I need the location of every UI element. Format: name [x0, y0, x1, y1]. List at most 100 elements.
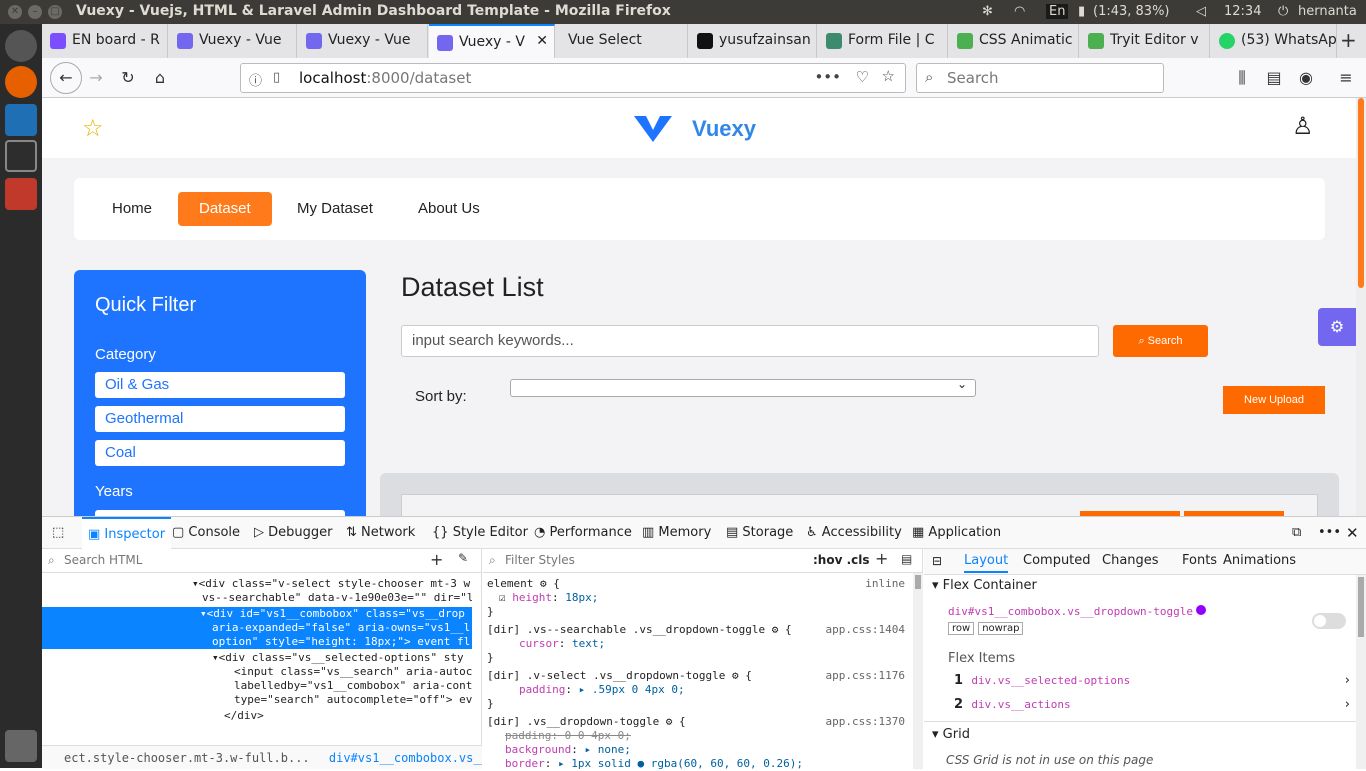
category-coal[interactable]: Coal — [95, 440, 345, 466]
breadcrumb-item-current[interactable]: div#vs1__combobox.vs__dropdown-toggle — [329, 751, 482, 765]
sort-select[interactable]: ⌄ — [510, 377, 976, 397]
rule-declaration[interactable]: ☑ height: 18px; — [487, 591, 917, 605]
tab-animations[interactable]: Animations — [1223, 549, 1296, 573]
add-rule-icon[interactable]: + — [875, 549, 888, 568]
eyedropper-icon[interactable]: ✎ — [458, 551, 468, 565]
html-line-selected[interactable]: ▾<div id="vs1__combobox" class="vs__drop — [42, 607, 472, 621]
rule-declaration-overridden[interactable]: padding: 0 0 4px 0; — [487, 729, 917, 743]
vscode-icon[interactable] — [5, 104, 37, 136]
rule-source[interactable]: inline — [865, 577, 905, 591]
grid-header[interactable]: ▾ Grid — [932, 727, 970, 742]
element-picker-icon[interactable]: ⬚ — [52, 517, 64, 549]
bookmark-star-icon[interactable]: ☆ — [882, 67, 895, 85]
sidebar-icon[interactable]: ▤ — [1262, 66, 1286, 90]
html-line[interactable]: labelledby="vs1__combobox" aria-cont — [42, 679, 472, 693]
page-actions-icon[interactable]: ••• — [814, 68, 841, 86]
html-line[interactable]: vs--searchable" data-v-1e90e03e="" dir="… — [42, 591, 472, 605]
layout-scrollbar[interactable] — [1356, 575, 1366, 769]
devtools-menu-icon[interactable]: ••• — [1318, 517, 1341, 549]
rule-source[interactable]: app.css:1404 — [826, 623, 905, 637]
html-line[interactable]: ▾<div class="vs__selected-options" sty — [42, 651, 472, 665]
tab-whatsapp[interactable]: (53) WhatsAp — [1211, 24, 1337, 58]
account-icon[interactable]: ◉ — [1294, 66, 1318, 90]
tab-css-animation[interactable]: CSS Animatic — [949, 24, 1079, 58]
flex-item[interactable]: 2 div.vs__actions › — [954, 697, 1350, 712]
pseudo-class-toggles[interactable]: :hov .cls — [813, 553, 870, 567]
battery-icon[interactable]: ▮ — [1078, 4, 1085, 19]
filter-styles-input[interactable]: ⌕ Filter Styles :hov .cls + ▤ — [483, 549, 923, 573]
page-scrollbar[interactable] — [1356, 98, 1366, 516]
category-oil-gas[interactable]: Oil & Gas — [95, 372, 345, 398]
print-media-icon[interactable]: ▤ — [901, 552, 912, 566]
firefox-icon[interactable] — [5, 66, 37, 98]
close-window-icon[interactable]: ✕ — [8, 5, 22, 19]
dataset-search-input[interactable]: input search keywords... — [401, 325, 1099, 357]
flex-element[interactable]: div#vs1__combobox.vs__dropdown-toggle — [948, 605, 1193, 618]
tab-vuexy-active[interactable]: Vuexy - V ✕ — [429, 24, 555, 58]
new-upload-button[interactable]: New Upload — [1223, 386, 1325, 414]
back-icon[interactable]: ← — [50, 62, 82, 94]
settings-tray-icon[interactable]: ✻ — [982, 4, 993, 19]
rule-declaration[interactable]: cursor: text; — [487, 637, 917, 651]
menu-about-us[interactable]: About Us — [397, 192, 501, 226]
vuexy-logo-icon[interactable] — [634, 114, 672, 142]
trash-icon[interactable] — [5, 730, 37, 762]
volume-icon[interactable]: ◁ — [1196, 4, 1206, 19]
minimize-window-icon[interactable]: – — [28, 5, 42, 19]
rule-source[interactable]: app.css:1370 — [826, 715, 905, 729]
reload-icon[interactable]: ↻ — [116, 66, 140, 90]
browser-search-input[interactable]: ⌕ Search — [916, 63, 1164, 93]
toggle-sidebar-icon[interactable]: ⊟ — [932, 549, 942, 573]
pocket-icon[interactable]: ♡ — [856, 68, 869, 86]
tab-layout[interactable]: Layout — [964, 549, 1009, 573]
rule-source[interactable]: app.css:1176 — [826, 669, 905, 683]
html-line[interactable]: type="search" autocomplete="off"> ev — [42, 693, 472, 707]
html-line[interactable]: </div> — [42, 709, 472, 723]
rule-declaration[interactable]: background: ▸ none; — [487, 743, 917, 757]
close-tab-icon[interactable]: ✕ — [536, 33, 548, 49]
tab-en-board[interactable]: EN board - R — [42, 24, 168, 58]
tab-vuexy-1[interactable]: Vuexy - Vue — [169, 24, 297, 58]
search-html-input[interactable]: ⌕ Search HTML + ✎ — [42, 549, 482, 573]
menu-dataset[interactable]: Dataset — [178, 192, 272, 226]
power-icon[interactable]: ⏻ — [1278, 4, 1288, 19]
tab-form-file[interactable]: Form File | C — [818, 24, 948, 58]
tab-debugger[interactable]: ▷ Debugger — [254, 517, 333, 549]
tab-network[interactable]: ⇅ Network — [346, 517, 415, 549]
dock-icon[interactable]: ⧉ — [1292, 517, 1301, 549]
forward-icon[interactable]: → — [84, 66, 108, 90]
menu-my-dataset[interactable]: My Dataset — [276, 192, 394, 226]
tab-vuexy-2[interactable]: Vuexy - Vue — [298, 24, 428, 58]
search-button[interactable]: ⌕ Search — [1113, 325, 1208, 357]
breadcrumb-item[interactable]: ect.style-chooser.mt-3.w-full.b... — [64, 751, 310, 765]
add-node-icon[interactable]: + — [430, 550, 443, 569]
tab-tryit-editor[interactable]: Tryit Editor v — [1080, 24, 1210, 58]
html-line-selected[interactable]: aria-expanded="false" aria-owns="vs1__l — [42, 621, 472, 635]
clock[interactable]: 12:34 — [1224, 4, 1261, 19]
battery-status[interactable]: (1:43, 83%) — [1093, 4, 1170, 19]
tab-console[interactable]: ▢ Console — [172, 517, 240, 549]
flex-overlay-toggle[interactable] — [1312, 613, 1346, 629]
tab-style-editor[interactable]: {} Style Editor — [432, 517, 528, 549]
scrollbar-thumb[interactable] — [915, 575, 921, 589]
tab-storage[interactable]: ▤ Storage — [726, 517, 793, 549]
star-icon[interactable]: ☆ — [82, 114, 104, 142]
scrollbar-thumb[interactable] — [1358, 577, 1364, 637]
keyboard-language[interactable]: En — [1046, 4, 1069, 19]
new-tab-icon[interactable]: + — [1340, 28, 1357, 52]
flex-color-swatch[interactable] — [1196, 605, 1206, 615]
tab-accessibility[interactable]: ♿ Accessibility — [806, 517, 902, 549]
tab-application[interactable]: ▦ Application — [912, 517, 1001, 549]
close-devtools-icon[interactable]: ✕ — [1346, 517, 1359, 549]
flex-container-header[interactable]: ▾ Flex Container — [932, 578, 1037, 593]
library-icon[interactable]: ⫼ — [1230, 66, 1254, 90]
tab-fonts[interactable]: Fonts — [1182, 549, 1217, 573]
category-geothermal[interactable]: Geothermal — [95, 406, 345, 432]
tab-github[interactable]: yusufzainsan — [689, 24, 817, 58]
tab-performance[interactable]: ◔ Performance — [534, 517, 632, 549]
flex-item[interactable]: 1 div.vs__selected-options › — [954, 673, 1350, 688]
tab-changes[interactable]: Changes — [1102, 549, 1159, 573]
rule-declaration[interactable]: padding: ▸ .59px 0 4px 0; — [487, 683, 917, 697]
tab-vue-select[interactable]: Vue Select — [556, 24, 688, 58]
html-line[interactable]: <input class="vs__search" aria-autoc — [42, 665, 472, 679]
